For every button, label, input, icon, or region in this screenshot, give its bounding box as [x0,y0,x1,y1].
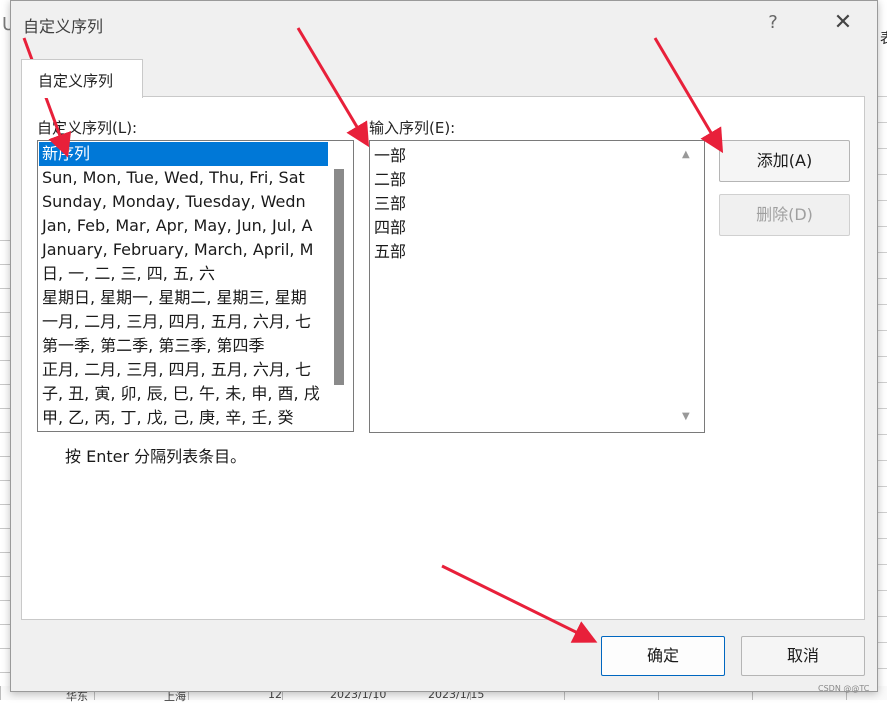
custom-lists-dialog: 自定义序列 ? ✕ 自定义序列 自定义序列(L): 输入序列(E): 新序列 Su… [10,0,878,692]
listbox-scrollbar-thumb[interactable] [334,169,344,385]
entry-line: 五部 [374,242,407,261]
list-entries-label: 输入序列(E): [369,119,456,137]
close-icon[interactable]: ✕ [829,9,857,37]
cancel-button[interactable]: 取消 [741,636,865,676]
list-item[interactable]: 正月, 二月, 三月, 四月, 五月, 六月, 七 [39,358,328,382]
list-entries-textarea[interactable]: 一部二部三部四部五部 ▲ ▼ [369,140,705,433]
list-item[interactable]: Sunday, Monday, Tuesday, Wedn [39,190,328,214]
list-item[interactable]: 甲, 乙, 丙, 丁, 戊, 己, 庚, 辛, 壬, 癸 [39,406,328,430]
entry-line: 一部 [374,146,407,165]
entry-line: 二部 [374,170,407,189]
title-bar: 自定义序列 ? ✕ [11,1,877,45]
scroll-down-icon[interactable]: ▼ [682,411,690,422]
custom-lists-items: 新序列 Sun, Mon, Tue, Wed, Thu, Fri, Sat Sund… [39,142,328,430]
custom-lists-label: 自定义序列(L): [37,119,138,137]
list-item[interactable]: 星期日, 星期一, 星期二, 星期三, 星期 [39,286,328,310]
help-icon[interactable]: ? [759,9,787,37]
list-item[interactable]: 日, 一, 二, 三, 四, 五, 六 [39,262,328,286]
tab-label: 自定义序列 [38,72,114,90]
entry-line: 四部 [374,218,407,237]
list-item[interactable]: 子, 丑, 寅, 卯, 辰, 巳, 午, 未, 申, 酉, 戌 [39,382,328,406]
scroll-up-icon[interactable]: ▲ [682,149,690,160]
list-item[interactable]: January, February, March, April, M [39,238,328,262]
list-item[interactable]: Sun, Mon, Tue, Wed, Thu, Fri, Sat [39,166,328,190]
list-item[interactable]: 新序列 [39,142,328,166]
tab-custom-lists[interactable]: 自定义序列 [21,59,143,98]
list-item[interactable]: Jan, Feb, Mar, Apr, May, Jun, Jul, A [39,214,328,238]
ok-button[interactable]: 确定 [601,636,725,676]
list-item[interactable]: 一月, 二月, 三月, 四月, 五月, 六月, 七 [39,310,328,334]
add-button[interactable]: 添加(A) [719,140,850,182]
list-item[interactable]: 第一季, 第二季, 第三季, 第四季 [39,334,328,358]
entry-line: 三部 [374,194,407,213]
hint-text: 按 Enter 分隔列表条目。 [65,447,247,466]
delete-button[interactable]: 删除(D) [719,194,850,236]
watermark: CSDN @@TC [818,684,870,693]
dialog-title: 自定义序列 [23,17,104,36]
background-right-char: 表 [880,28,887,48]
custom-lists-listbox[interactable]: 新序列 Sun, Mon, Tue, Wed, Thu, Fri, Sat Sund… [37,140,354,432]
